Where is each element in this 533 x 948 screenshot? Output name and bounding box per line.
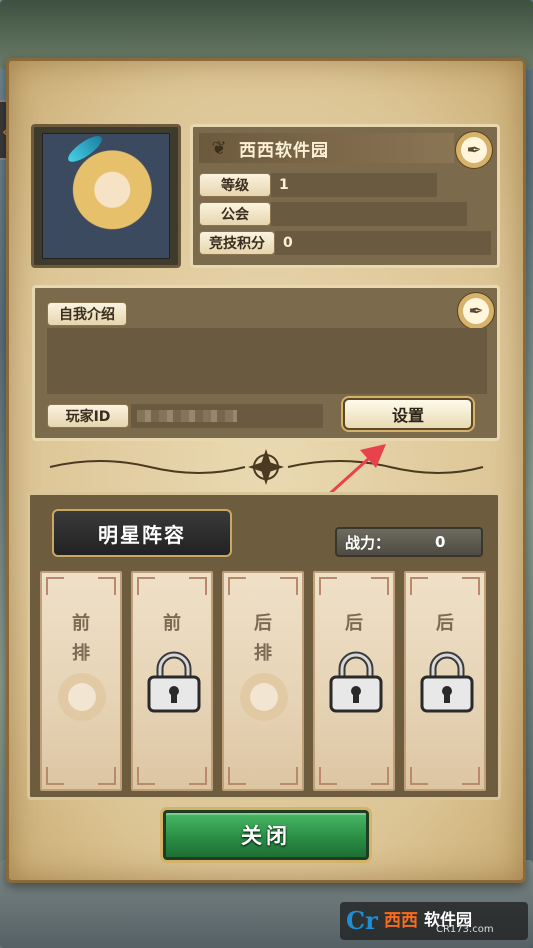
stat-value-guild <box>271 202 467 226</box>
site-watermark: Cr 西西 软件园 CR173.com <box>340 902 528 940</box>
lineup-slot-2[interactable]: 前 <box>131 571 213 791</box>
edit-name-button[interactable]: ✒ <box>455 131 493 169</box>
avatar-frame[interactable] <box>31 124 181 268</box>
stat-label-level: 等级 <box>199 173 271 197</box>
watermark-brand: 西西 <box>384 911 418 931</box>
lock-icon <box>420 651 474 713</box>
player-id-label: 玩家ID <box>47 404 129 428</box>
combat-power-box: 战力： 0 <box>335 527 483 557</box>
star-lineup-panel: 明星阵容 战力： 0 前排 前 后排 后 后 <box>27 492 501 800</box>
player-name: 西西软件园 <box>239 140 329 161</box>
stat-label-guild: 公会 <box>199 202 271 226</box>
self-intro-card: 自我介绍 ✒ 玩家ID 设置 <box>32 285 500 441</box>
slot-emblem-icon <box>58 673 106 721</box>
stat-value-arena-points: 0 <box>275 231 491 255</box>
lineup-slots: 前排 前 后排 后 后 <box>40 571 490 791</box>
stat-label-arena-points: 竞技积分 <box>199 231 275 255</box>
self-intro-text <box>47 328 487 394</box>
slot-position-label: 后 <box>436 613 454 634</box>
slot-position-label: 前排 <box>72 613 90 664</box>
player-name-row: ❦ 西西软件园 <box>199 133 454 163</box>
watermark-logo: Cr <box>346 906 378 935</box>
lineup-slot-3[interactable]: 后排 <box>222 571 304 791</box>
quill-icon: ✒ <box>468 300 484 322</box>
stat-row-level: 等级 1 <box>199 173 437 197</box>
stat-row-arena-points: 竞技积分 0 <box>199 231 491 255</box>
watermark-site: CR173.com <box>436 924 494 935</box>
avatar-gem-icon <box>64 131 106 167</box>
player-id-value <box>131 404 323 428</box>
stat-row-guild: 公会 <box>199 202 467 226</box>
player-id-redaction <box>137 410 237 422</box>
slot-emblem-icon <box>240 673 288 721</box>
flourish-icon: ❦ <box>211 137 227 159</box>
combat-power-value: 0 <box>435 533 446 551</box>
combat-power-label: 战力： <box>345 533 391 552</box>
settings-button[interactable]: 设置 <box>343 398 473 430</box>
slot-position-label: 后 <box>345 613 363 634</box>
self-intro-label: 自我介绍 <box>47 302 127 326</box>
slot-position-label: 后排 <box>254 613 272 664</box>
lineup-slot-1[interactable]: 前排 <box>40 571 122 791</box>
lock-icon <box>329 651 383 713</box>
player-info-card: ❦ 西西软件园 ✒ 等级 1 公会 竞技积分 0 <box>190 124 500 268</box>
avatar <box>42 131 170 259</box>
slot-position-label: 前 <box>163 613 181 634</box>
stat-value-level: 1 <box>271 173 437 197</box>
lineup-title: 明星阵容 <box>52 509 232 557</box>
lineup-slot-4[interactable]: 后 <box>313 571 395 791</box>
lineup-slot-5[interactable]: 后 <box>404 571 486 791</box>
ornament-divider <box>49 449 484 485</box>
close-button[interactable]: 关闭 <box>163 810 369 860</box>
edit-intro-button[interactable]: ✒ <box>457 292 495 330</box>
lock-icon <box>147 651 201 713</box>
quill-icon: ✒ <box>466 139 482 161</box>
